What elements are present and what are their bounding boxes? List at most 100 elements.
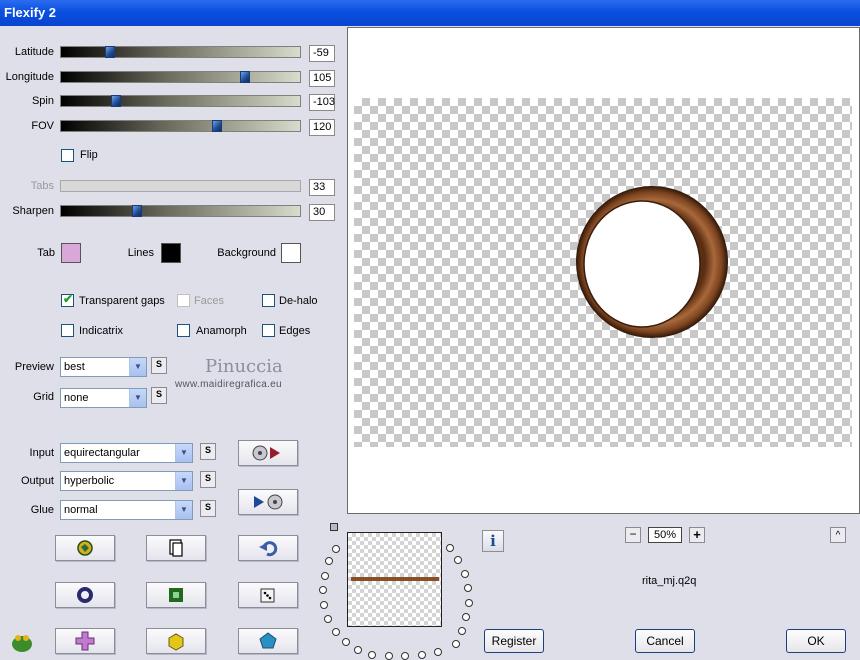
square-frame-icon <box>169 588 183 602</box>
chevron-down-icon[interactable]: ▼ <box>129 389 146 407</box>
spin-thumb[interactable] <box>111 95 121 107</box>
sharpen-label: Sharpen <box>12 205 54 217</box>
cube-icon <box>168 633 184 651</box>
spin-label: Spin <box>31 95 54 107</box>
tabs-slider <box>60 180 301 192</box>
preview-canvas[interactable] <box>347 27 860 514</box>
background-color-label: Background <box>217 247 276 259</box>
info-button[interactable]: i <box>482 530 504 552</box>
tab-color-label: Tab <box>37 247 55 259</box>
faces-checkbox <box>177 294 190 307</box>
ring-preview-image <box>576 186 728 338</box>
random-dice-button[interactable] <box>238 582 298 608</box>
grid-s-button[interactable]: S <box>151 387 167 404</box>
ring-shape-button[interactable] <box>55 582 115 608</box>
lines-color-swatch[interactable] <box>161 243 181 263</box>
fov-label: FOV <box>31 120 54 132</box>
undo-button[interactable] <box>238 535 298 561</box>
longitude-thumb[interactable] <box>240 71 250 83</box>
transparent-gaps-label: Transparent gaps <box>79 295 165 307</box>
square-frame-button[interactable] <box>146 582 206 608</box>
anamorph-checkbox[interactable] <box>177 324 190 337</box>
chevron-down-icon[interactable]: ▼ <box>175 501 192 519</box>
sharpen-value[interactable]: 30 <box>309 204 335 221</box>
latitude-value[interactable]: -59 <box>309 45 335 62</box>
indicatrix-checkbox[interactable] <box>61 324 74 337</box>
longitude-slider[interactable] <box>60 71 301 83</box>
glue-select-label: Glue <box>30 504 54 516</box>
anamorph-label: Anamorph <box>196 325 247 337</box>
input-s-button[interactable]: S <box>200 443 216 460</box>
cube-shape-button[interactable] <box>146 628 206 654</box>
output-select-label: Output <box>20 475 54 487</box>
spin-value[interactable]: -103 <box>309 94 335 111</box>
tab-color-swatch[interactable] <box>61 243 81 263</box>
chevron-down-icon[interactable]: ▼ <box>129 358 146 376</box>
lines-color-label: Lines <box>127 247 154 259</box>
output-projection-value: hyperbolic <box>64 475 115 487</box>
undo-icon <box>259 541 278 557</box>
tabs-value[interactable]: 33 <box>309 179 335 196</box>
background-color-swatch[interactable] <box>281 243 301 263</box>
watermark-name: Pinuccia <box>205 356 283 377</box>
latitude-slider[interactable] <box>60 46 301 58</box>
input-projection-value: equirectangular <box>64 447 140 459</box>
latitude-label: Latitude <box>14 46 54 58</box>
cancel-button[interactable]: Cancel <box>635 629 695 653</box>
glue-select[interactable]: normal ▼ <box>60 500 193 520</box>
flip-checkbox[interactable] <box>61 149 74 162</box>
thumbnail-view[interactable] <box>347 532 442 627</box>
sharpen-thumb[interactable] <box>132 205 142 217</box>
frog-logo-icon <box>10 630 34 657</box>
latitude-thumb[interactable] <box>105 46 115 58</box>
longitude-value[interactable]: 105 <box>309 70 335 87</box>
flip-label: Flip <box>80 149 98 161</box>
faces-label: Faces <box>194 295 224 307</box>
zoom-level[interactable]: 50% <box>648 527 682 543</box>
fov-value[interactable]: 120 <box>309 119 335 136</box>
grid-select-label: Grid <box>33 391 54 403</box>
de-halo-checkbox[interactable] <box>262 294 275 307</box>
transparent-gaps-checkbox[interactable]: ✔ <box>61 292 74 307</box>
register-button[interactable]: Register <box>484 629 544 653</box>
thumbnail-image <box>351 577 439 581</box>
convert-input-button[interactable] <box>238 489 298 515</box>
collapse-button[interactable]: ^ <box>830 527 846 543</box>
glue-s-button[interactable]: S <box>200 500 216 517</box>
edges-label: Edges <box>279 325 311 337</box>
longitude-label: Longitude <box>5 71 54 83</box>
zoom-out-button[interactable]: − <box>625 527 641 543</box>
glue-value: normal <box>64 504 98 516</box>
chevron-down-icon[interactable]: ▼ <box>175 472 192 490</box>
copy-icon <box>169 539 183 557</box>
fov-thumb[interactable] <box>212 120 222 132</box>
preview-s-button[interactable]: S <box>151 357 167 374</box>
ring-icon <box>77 587 93 603</box>
output-s-button[interactable]: S <box>200 471 216 488</box>
edges-checkbox[interactable] <box>262 324 275 337</box>
cross-shape-button[interactable] <box>55 628 115 654</box>
tabs-label: Tabs <box>30 180 54 192</box>
fov-slider[interactable] <box>60 120 301 132</box>
title-bar: Flexify 2 <box>0 0 860 26</box>
input-projection-select[interactable]: equirectangular ▼ <box>60 443 193 463</box>
grid-select[interactable]: none ▼ <box>60 388 147 408</box>
spin-slider[interactable] <box>60 95 301 107</box>
pentagon-shape-button[interactable] <box>238 628 298 654</box>
convert-output-button[interactable] <box>238 440 298 466</box>
de-halo-label: De-halo <box>279 295 318 307</box>
chevron-down-icon[interactable]: ▼ <box>175 444 192 462</box>
grid-value: none <box>64 392 89 404</box>
input-select-label: Input <box>29 447 54 459</box>
output-projection-select[interactable]: hyperbolic ▼ <box>60 471 193 491</box>
zoom-in-button[interactable]: + <box>689 527 705 543</box>
ok-button[interactable]: OK <box>786 629 846 653</box>
disc-arrow-right-icon <box>252 445 280 461</box>
watermark-url: www.maidiregrafica.eu <box>175 379 282 390</box>
arrow-right-disc-icon <box>254 494 283 510</box>
view-handle[interactable] <box>330 523 338 531</box>
copy-button[interactable] <box>146 535 206 561</box>
sharpen-slider[interactable] <box>60 205 301 217</box>
randomize-button[interactable] <box>55 535 115 561</box>
preview-quality-select[interactable]: best ▼ <box>60 357 147 377</box>
